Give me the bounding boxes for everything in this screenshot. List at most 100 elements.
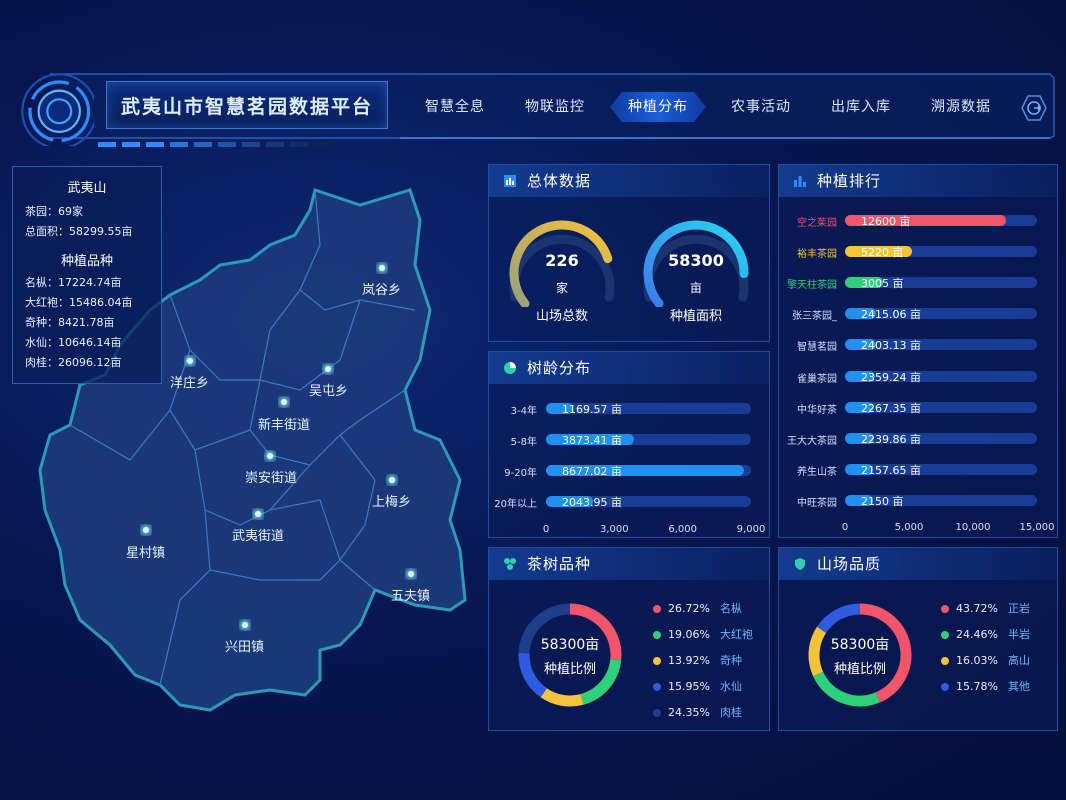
- header: 武夷山市智慧茗园数据平台 智慧全息 物联监控 种植分布 农事活动 出库入库 溯源…: [10, 72, 1056, 146]
- legend-percent: 19.06%: [668, 628, 710, 641]
- quality-center-caption: 种植比例: [833, 662, 886, 677]
- nav-item-trace[interactable]: 溯源数据: [916, 92, 1006, 122]
- legend-dot: [941, 605, 949, 613]
- region-info-box: 武夷山 茶园：69家 总面积：58299.55亩 种植品种 名枞：17224.7…: [12, 166, 162, 384]
- bar-value-label: 8677.02 亩: [562, 465, 622, 478]
- gauge-area-caption: 种植面积: [669, 309, 722, 324]
- map-label-chongan[interactable]: 崇安街道: [245, 467, 297, 486]
- info-varieties-title: 种植品种: [60, 254, 113, 269]
- bar-label: 雀巢茶园: [797, 373, 837, 385]
- info-tea-gardens: 茶园：69家: [25, 205, 83, 218]
- quality-donut: [808, 603, 912, 707]
- legend-dot: [941, 683, 949, 691]
- map-label-xinfeng[interactable]: 新丰街道: [258, 414, 310, 433]
- bar-label: 智慧茗园: [797, 342, 837, 354]
- legend-dot: [653, 683, 661, 691]
- emblem-icon: [21, 73, 94, 146]
- info-total-area: 总面积：58299.55亩: [25, 225, 133, 238]
- donut-slice: [816, 603, 861, 634]
- map-label-wufu[interactable]: 五夫镇: [391, 585, 430, 604]
- legend-item: 15.95% 水仙: [653, 678, 742, 694]
- bar-label: 空之茱园: [797, 218, 837, 229]
- shield-icon: [795, 558, 805, 570]
- legend-dot: [653, 709, 661, 717]
- bar-label: 擎天柱茶园: [787, 280, 837, 292]
- info-variety-row: 水仙：10646.14亩: [25, 336, 122, 349]
- header-stripes: [98, 142, 332, 147]
- bar-label: 王大大茶园: [787, 435, 837, 447]
- legend-label: 名枞: [719, 602, 742, 615]
- bar-label: 5-8年: [510, 437, 537, 448]
- bar-value-label: 3005 亩: [861, 277, 904, 291]
- nav-item-farming[interactable]: 农事活动: [716, 92, 806, 122]
- variety-center-caption: 种植比例: [543, 662, 596, 677]
- legend-dot: [653, 657, 661, 665]
- axis-tick-label: 3,000: [600, 524, 629, 535]
- legend-label: 其他: [1007, 680, 1030, 693]
- map-label-xingcun[interactable]: 星村镇: [126, 542, 165, 561]
- map-label-shangmei[interactable]: 上梅乡: [372, 491, 411, 510]
- legend-percent: 26.72%: [668, 602, 710, 615]
- age-chart: 3-4年 1169.57 亩 5-8年 3873.41 亩 9-20年 8677.02 亩…: [489, 352, 771, 539]
- nav-item-iot[interactable]: 物联监控: [510, 92, 600, 122]
- legend-percent: 13.92%: [668, 654, 710, 667]
- legend-dot: [941, 657, 949, 665]
- donut-slice: [540, 688, 584, 707]
- legend-item: 24.46% 半岩: [941, 626, 1030, 642]
- quality-panel-title: 山场品质: [817, 555, 882, 573]
- legend-label: 高山: [1007, 654, 1030, 667]
- page-title: 武夷山市智慧茗园数据平台: [106, 81, 388, 129]
- info-variety-row: 奇种：8421.78亩: [25, 316, 115, 329]
- legend-label: 大红袍: [719, 628, 753, 641]
- bar-value-label: 3873.41 亩: [562, 434, 622, 447]
- variety-center-value: 58300亩: [540, 637, 600, 653]
- axis-tick-label: 0: [542, 524, 550, 535]
- axis-tick-label: 5,000: [894, 522, 924, 533]
- legend-item: 43.72% 正岩: [941, 600, 1030, 616]
- bar-label: 20年以上: [494, 499, 537, 510]
- bar-value-label: 5220 亩: [861, 246, 904, 260]
- variety-panel-title: 茶树品种: [527, 555, 592, 573]
- axis-tick-label: 6,000: [668, 524, 697, 535]
- legend-percent: 24.46%: [956, 628, 998, 641]
- legend-percent: 43.72%: [956, 602, 998, 615]
- info-variety-row: 名枞：17224.74亩: [25, 276, 122, 289]
- gauge-sites-caption: 山场总数: [535, 309, 588, 324]
- map-label-xingtian[interactable]: 兴田镇: [225, 636, 264, 655]
- axis-tick-label: 10,000: [955, 522, 991, 533]
- gauge-sites-value: 226: [545, 251, 579, 270]
- gauge-area-value: 58300: [668, 251, 724, 270]
- quality-center-value: 58300亩: [830, 637, 890, 653]
- map-label-langu[interactable]: 岚谷乡: [362, 279, 401, 298]
- map-label-yangzhuang[interactable]: 洋庄乡: [170, 372, 209, 391]
- nav-item-inventory[interactable]: 出库入库: [816, 92, 906, 122]
- legend-dot: [653, 605, 661, 613]
- bar-value-label: 12600 亩: [861, 215, 911, 228]
- map-label-wuyi[interactable]: 武夷街道: [232, 525, 284, 544]
- axis-tick-label: 9,000: [736, 524, 766, 535]
- legend-percent: 24.35%: [668, 706, 710, 719]
- legend-item: 15.78% 其他: [941, 678, 1030, 694]
- bar-value-label: 2239.86 亩: [861, 432, 921, 446]
- info-title: 武夷山: [67, 181, 107, 196]
- bar-value-label: 2403.13 亩: [861, 339, 921, 353]
- legend-item: 26.72% 名枞: [653, 600, 742, 616]
- bar-value-label: 2043.95 亩: [562, 496, 622, 509]
- legend-percent: 15.78%: [956, 680, 998, 693]
- quality-panel: 山场品质 58300亩 种植比例 43.72% 正岩 24.46% 半岩 16.03% 高…: [778, 547, 1058, 731]
- overview-panel: 总体数据 226 家 山场总数 58300 亩 种植面积: [488, 164, 770, 342]
- legend-percent: 16.03%: [956, 654, 998, 667]
- legend-item: 16.03% 高山: [941, 652, 1030, 668]
- bar-label: 中华好茶: [797, 404, 837, 416]
- nav-item-overview[interactable]: 智慧全息: [410, 92, 500, 122]
- info-variety-row: 肉桂：26096.12亩: [25, 356, 122, 369]
- nav-item-planting[interactable]: 种植分布: [610, 92, 706, 122]
- legend-item: 13.92% 奇种: [653, 652, 742, 668]
- map-label-wutun[interactable]: 吴屯乡: [309, 380, 348, 399]
- gauge-area-unit: 亩: [689, 281, 702, 295]
- bar-label: 9-20年: [504, 468, 537, 479]
- variety-donut: [518, 603, 622, 707]
- exit-icon[interactable]: [1020, 94, 1048, 122]
- bar-label: 裕丰茶园: [797, 249, 837, 261]
- ranking-chart: 空之茱园 12600 亩裕丰茶园 5220 亩擎天柱茶园 3005 亩张三茶园_ 241…: [779, 165, 1059, 539]
